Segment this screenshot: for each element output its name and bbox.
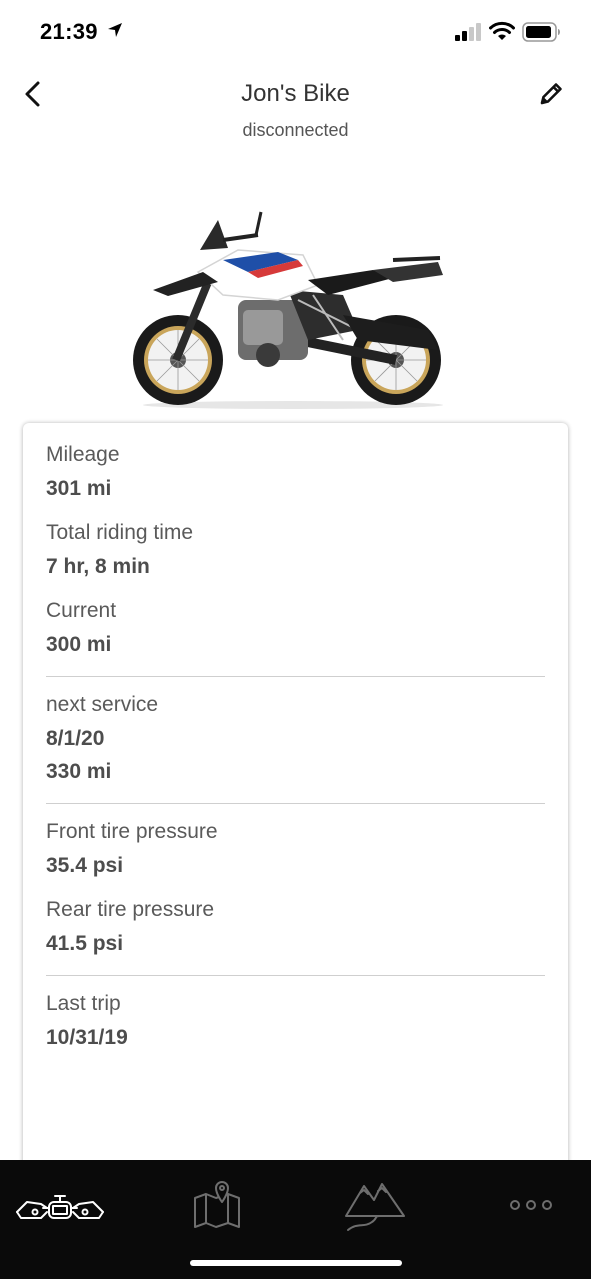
- tab-more[interactable]: [471, 1160, 591, 1255]
- status-time: 21:39: [40, 19, 98, 44]
- mileage-value: 301 mi: [46, 477, 112, 500]
- divider: [46, 975, 545, 976]
- mountains-route-icon: [345, 1183, 405, 1231]
- home-indicator: [190, 1260, 402, 1266]
- tab-routes[interactable]: [314, 1160, 434, 1255]
- current-value: 300 mi: [46, 633, 112, 656]
- divider: [46, 803, 545, 804]
- connection-status: disconnected: [242, 120, 349, 140]
- last-trip-value: 10/31/19: [46, 1026, 128, 1049]
- edit-button[interactable]: [535, 78, 567, 110]
- motorcycle-image: [133, 211, 443, 409]
- map-pin-icon: [194, 1181, 240, 1228]
- mileage-label: Mileage: [46, 443, 120, 466]
- pencil-icon: [540, 83, 562, 105]
- front-tire-label: Front tire pressure: [46, 820, 218, 843]
- riding-time-label: Total riding time: [46, 521, 194, 544]
- next-service-mileage: 330 mi: [46, 760, 112, 783]
- divider: [46, 676, 545, 677]
- battery-icon: [522, 22, 560, 42]
- location-arrow-icon: [108, 23, 122, 37]
- rear-tire-value: 41.5 psi: [46, 932, 124, 955]
- cellular-signal-icon: [455, 23, 481, 41]
- more-dots-icon: [510, 1200, 552, 1210]
- rear-tire-label: Rear tire pressure: [46, 898, 215, 921]
- next-service-date: 8/1/20: [46, 727, 105, 750]
- wifi-icon: [489, 21, 515, 40]
- page-title: Jon's Bike: [241, 80, 350, 107]
- front-tire-value: 35.4 psi: [46, 854, 124, 877]
- current-label: Current: [46, 599, 117, 622]
- tab-map[interactable]: [157, 1160, 277, 1255]
- tab-bike[interactable]: [0, 1160, 120, 1255]
- bike-stats-card: Mileage 301 mi Total riding time 7 hr, 8…: [23, 423, 568, 1183]
- next-service-label: next service: [46, 693, 159, 716]
- status-bar: 21:39: [0, 0, 591, 64]
- nav-header: Jon's Bike disconnected: [0, 70, 591, 150]
- last-trip-label: Last trip: [46, 992, 121, 1015]
- riding-time-value: 7 hr, 8 min: [46, 555, 150, 578]
- motorcycle-handlebar-icon: [16, 1195, 104, 1219]
